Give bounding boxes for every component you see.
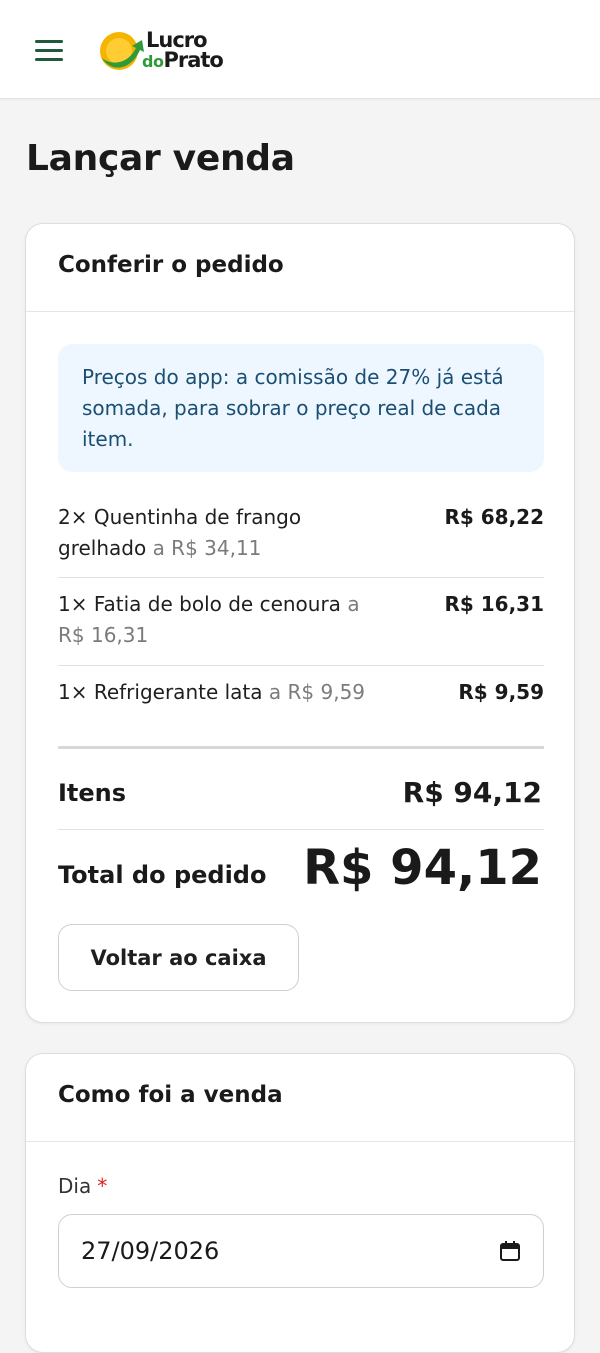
order-item-3-name: 1× Refrigerante lata: [58, 680, 263, 704]
sale-card-title: Como foi a venda: [26, 1054, 574, 1142]
required-marker: *: [97, 1174, 108, 1198]
items-divider: [58, 746, 544, 749]
logo-text-doprato: doPrato: [142, 48, 224, 72]
items-subtotal-label: Itens: [58, 779, 127, 807]
order-item-1-total: R$ 68,22: [444, 505, 544, 529]
day-date-input[interactable]: 27/09/2026: [58, 1214, 544, 1288]
divider: [58, 577, 544, 578]
top-bar: Lucro doPrato: [0, 0, 600, 99]
page-title: Lançar venda: [26, 138, 295, 179]
order-item-1-unit-price: a R$ 34,11: [152, 536, 262, 560]
logo[interactable]: Lucro doPrato: [98, 28, 238, 74]
order-item-1: 2× Quentinha de frango grelhado a R$ 34,1…: [58, 502, 544, 564]
order-total-value: R$ 94,12: [303, 840, 542, 896]
order-total-label: Total do pedido: [58, 861, 267, 889]
order-item-3-unit-price: a R$ 9,59: [268, 680, 366, 704]
order-item-2-unit-price: R$ 16,31: [58, 623, 149, 647]
commission-info-box: Preços do app: a comissão de 27% já está…: [58, 344, 544, 472]
order-item-2-name: 1× Fatia de bolo de cenoura: [58, 592, 341, 616]
order-item-2: 1× Fatia de bolo de cenoura a R$ 16,31 R$…: [58, 589, 544, 651]
plate-logo-icon: [100, 32, 144, 70]
calendar-icon[interactable]: [499, 1240, 521, 1262]
order-review-card: Conferir o pedido Preços do app: a comis…: [25, 223, 575, 1023]
order-item-2-total: R$ 16,31: [444, 592, 544, 616]
divider: [58, 665, 544, 666]
day-field-label: Dia *: [58, 1174, 108, 1198]
order-item-1-name: 2× Quentinha de frango: [58, 505, 302, 529]
order-card-title: Conferir o pedido: [26, 224, 574, 312]
order-item-2-unit-prefix: a: [347, 592, 360, 616]
order-item-1-name-cont: grelhado: [58, 536, 147, 560]
divider: [58, 829, 544, 830]
order-item-3: 1× Refrigerante lata a R$ 9,59 R$ 9,59: [58, 677, 544, 708]
order-item-3-total: R$ 9,59: [458, 680, 544, 704]
day-date-value: 27/09/2026: [81, 1237, 220, 1265]
back-to-register-button[interactable]: Voltar ao caixa: [58, 924, 299, 991]
sale-details-card: Como foi a venda Dia * 27/09/2026: [25, 1053, 575, 1353]
items-subtotal-value: R$ 94,12: [402, 776, 542, 809]
menu-icon[interactable]: [30, 32, 68, 68]
